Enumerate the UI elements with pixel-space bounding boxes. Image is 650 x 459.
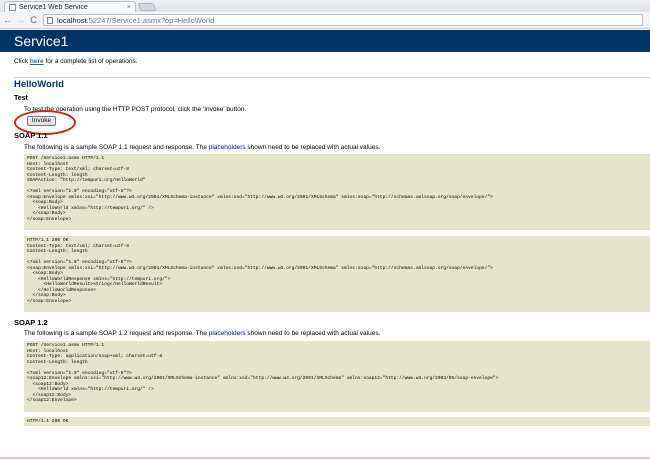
reload-icon[interactable]: C <box>28 15 39 26</box>
soap11-desc-suffix: shown need to be replaced with actual va… <box>245 144 381 151</box>
url-text[interactable]: localhost:52247/Service1.asmx?op=HelloWo… <box>57 16 214 25</box>
forward-arrow-icon[interactable]: → <box>15 15 26 26</box>
soap12-title: SOAP 1.2 <box>14 318 48 327</box>
test-heading: Test <box>14 95 28 102</box>
soap12-response-sample: HTTP/1.1 200 OK <box>24 417 650 426</box>
soap12-desc-prefix: The following is a sample SOAP 1.2 reque… <box>24 330 209 337</box>
soap11-desc-placeholders: placeholders <box>208 144 246 151</box>
note-suffix: for a complete list of operations. <box>43 58 138 65</box>
tab-close-icon[interactable]: × <box>127 4 131 11</box>
url-path: :52247/Service1.asmx?op=HelloWorld <box>86 15 215 25</box>
header-divider <box>14 77 650 78</box>
service-title: Service1 <box>14 33 69 49</box>
soap11-desc-prefix: The following is a sample SOAP 1.1 reque… <box>24 144 209 151</box>
soap11-response-sample: HTTP/1.1 200 OK Content-Type: text/xml; … <box>24 236 650 312</box>
page-favicon-icon <box>9 3 16 11</box>
address-bar[interactable]: localhost:52247/Service1.asmx?op=HelloWo… <box>43 14 643 26</box>
operation-title: HelloWorld <box>14 79 64 90</box>
soap11-description: The following is a sample SOAP 1.1 reque… <box>24 144 380 151</box>
soap12-desc-placeholders: placeholders <box>208 330 246 337</box>
soap12-desc-suffix: shown need to be replaced with actual va… <box>245 330 381 337</box>
soap12-description: The following is a sample SOAP 1.2 reque… <box>24 330 380 337</box>
soap11-title: SOAP 1.1 <box>14 131 48 140</box>
operations-list-link[interactable]: here <box>30 58 44 65</box>
new-tab-button[interactable] <box>137 3 157 11</box>
back-arrow-icon[interactable]: ← <box>2 15 13 26</box>
browser-toolbar: ← → C localhost:52247/Service1.asmx?op=H… <box>0 12 650 29</box>
service-header: Service1 <box>0 30 650 52</box>
tab-title: Service1 Web Service <box>19 3 88 11</box>
tab-strip: Service1 Web Service × <box>0 0 650 12</box>
tab-service1[interactable]: Service1 Web Service × <box>4 1 136 12</box>
page-icon <box>47 16 53 24</box>
soap12-request-sample: POST /Service1.asmx HTTP/1.1 Host: local… <box>24 341 650 412</box>
operations-list-note: Click here for a complete list of operat… <box>14 58 138 65</box>
note-prefix: Click <box>14 58 30 65</box>
soap11-request-sample: POST /Service1.asmx HTTP/1.1 Host: local… <box>24 154 650 230</box>
url-host: localhost <box>57 15 87 25</box>
